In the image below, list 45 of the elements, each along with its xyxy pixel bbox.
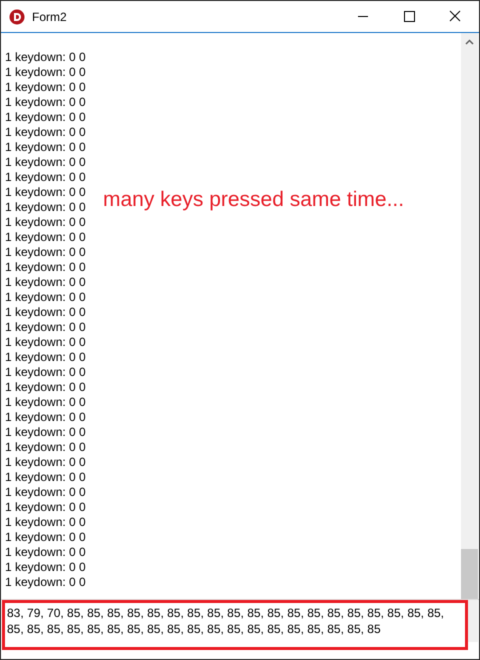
- scrollbar[interactable]: [468, 600, 478, 642]
- log-line: 1 keydown: 0 0: [5, 560, 86, 575]
- log-line: 1 keydown: 0 0: [5, 275, 86, 290]
- log-line: 1 keydown: 0 0: [5, 530, 86, 545]
- log-line: 1 keydown: 0 0: [5, 245, 86, 260]
- scroll-thumb[interactable]: [461, 549, 478, 599]
- log-line: 1 keydown: 0 0: [5, 65, 86, 80]
- key-codes-text: 83, 79, 70, 85, 85, 85, 85, 85, 85, 85, 85, 85, 85, 85, 85, 85, 85, 85, 85, 85, 85, 85, 85, 85, 85, 85, 85, 85, 85, 85, 85, 85, 85, 85, 85, 85, 85, 85, 85, 85, 85: [7, 605, 446, 637]
- log-line: 1 keydown: 0 0: [5, 500, 86, 515]
- log-line: 1 keydown: 0 0: [5, 50, 86, 65]
- log-line: 1 keydown: 0 0: [5, 515, 86, 530]
- log-line: 1 keydown: 0 0: [5, 95, 86, 110]
- log-line: 1 keydown: 0 0: [5, 305, 86, 320]
- log-line: 1 keydown: 0 0: [5, 440, 86, 455]
- log-line: 1 keydown: 0 0: [5, 455, 86, 470]
- log-line: 1 keydown: 0 0: [5, 170, 86, 185]
- log-line: 1 keydown: 0 0: [5, 410, 86, 425]
- log-line: 1 keydown: 0 0: [5, 545, 86, 560]
- log-line: 1 keydown: 0 0: [5, 335, 86, 350]
- log-line: 1 keydown: 0 0: [5, 350, 86, 365]
- keys-memo[interactable]: 83, 79, 70, 85, 85, 85, 85, 85, 85, 85, 85, 85, 85, 85, 85, 85, 85, 85, 85, 85, 85, 85, 85, 85, 85, 85, 85, 85, 85, 85, 85, 85, 85, 85, 85, 85, 85, 85, 85, 85, 85: [1, 599, 479, 659]
- log-line: 1 keydown: 0 0: [5, 425, 86, 440]
- scrollbar[interactable]: [461, 33, 478, 599]
- window-title: Form2: [32, 10, 67, 24]
- log-line: 1 keydown: 0 0: [5, 110, 86, 125]
- log-line: 1 keydown: 0 0: [5, 125, 86, 140]
- log-line: 1 keydown: 0 0: [5, 200, 86, 215]
- log-line: 1 keydown: 0 0: [5, 140, 86, 155]
- log-line: 1 keydown: 0 0: [5, 380, 86, 395]
- scroll-up-icon[interactable]: [465, 39, 474, 45]
- log-line: 1 keydown: 0 0: [5, 365, 86, 380]
- log-line: 1 keydown: 0 0: [5, 470, 86, 485]
- log-line: 1 keydown: 0 0: [5, 485, 86, 500]
- log-line: 1 keydown: 0 0: [5, 260, 86, 275]
- log-line: 1 keydown: 0 0: [5, 320, 86, 335]
- log-line: 1 keydown: 0 0: [5, 230, 86, 245]
- log-line: 1 keydown: 0 0: [5, 290, 86, 305]
- log-line: 1 keydown: 0 0: [5, 155, 86, 170]
- log-line: 1 keydown: 0 0: [5, 395, 86, 410]
- log-line: 1 keydown: 0 0: [5, 80, 86, 95]
- annotation-text: many keys pressed same time...: [103, 188, 404, 212]
- log-line: 1 keydown: 0 0: [5, 185, 86, 200]
- app-logo-icon: [9, 8, 25, 24]
- log-line: 1 keydown: 0 0: [5, 575, 86, 590]
- log-line: 1 keydown: 0 0: [5, 215, 86, 230]
